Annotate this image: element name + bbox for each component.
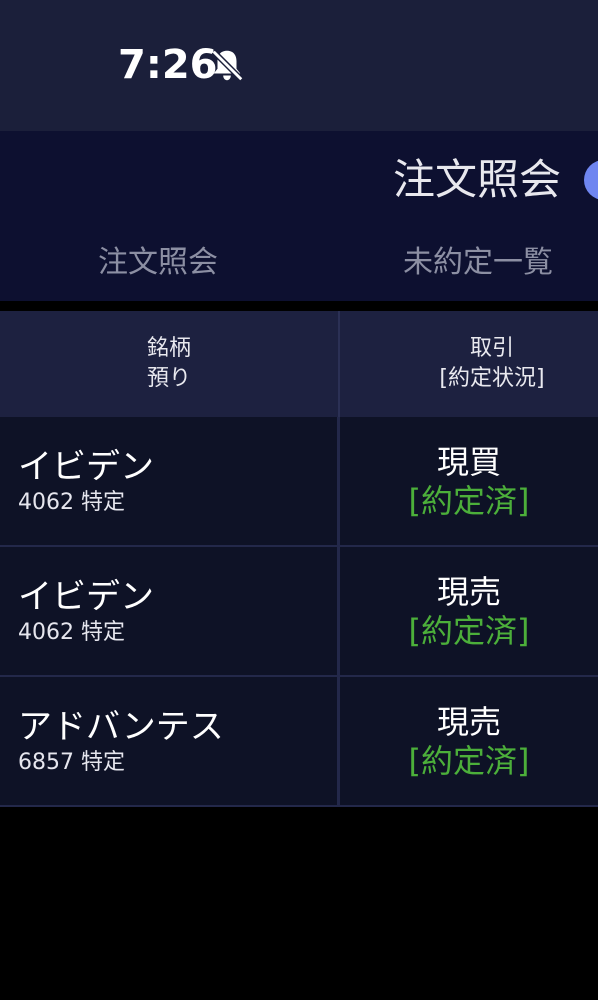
- execution-status: [約定済]: [408, 612, 530, 650]
- table-row[interactable]: イビデン 4062 特定 現売 [約定済]: [0, 547, 598, 677]
- column-header-stock-line1: 銘柄: [146, 336, 191, 361]
- page-title: 注文照会: [393, 155, 562, 204]
- bell-slash-icon: [211, 49, 244, 82]
- status-bar: 7:26: [0, 0, 598, 131]
- section-divider: [0, 301, 598, 311]
- execution-status: [約定済]: [408, 482, 530, 520]
- trade-type: 現売: [436, 703, 501, 741]
- table-header: 銘柄 預り 取引 [約定状況]: [0, 311, 598, 417]
- stock-code-account: 4062 特定: [18, 490, 125, 515]
- stock-name: アドバンテス: [18, 707, 224, 747]
- table-row[interactable]: イビデン 4062 特定 現買 [約定済]: [0, 417, 598, 547]
- stock-code-account: 4062 特定: [18, 620, 125, 645]
- menu-circle-button[interactable]: [584, 160, 598, 200]
- execution-status: [約定済]: [408, 742, 530, 780]
- column-header-stock: 銘柄 預り: [0, 311, 338, 417]
- nav-header: 注文照会 注文照会 未約定一覧: [0, 131, 598, 301]
- trade-type: 現売: [436, 573, 501, 611]
- stock-name: イビデン: [18, 577, 154, 617]
- trade-type: 現買: [436, 443, 501, 481]
- empty-area: [0, 807, 598, 1000]
- tab-unexecuted-list[interactable]: 未約定一覧: [403, 243, 553, 283]
- column-header-trade-line2: [約定状況]: [439, 366, 545, 391]
- tab-order-inquiry[interactable]: 注文照会: [98, 243, 218, 283]
- table-row[interactable]: アドバンテス 6857 特定 現売 [約定済]: [0, 677, 598, 807]
- column-header-stock-line2: 預り: [146, 366, 191, 391]
- screen: 7:26 注文照会 注文照会 未約定一覧 銘柄 預り 取引 [約定状況] イビデ…: [0, 0, 598, 1000]
- stock-code-account: 6857 特定: [18, 750, 125, 775]
- column-header-trade-line1: 取引: [469, 336, 514, 361]
- status-time: 7:26: [118, 42, 218, 88]
- stock-name: イビデン: [18, 447, 154, 487]
- column-header-trade: 取引 [約定状況]: [340, 311, 598, 417]
